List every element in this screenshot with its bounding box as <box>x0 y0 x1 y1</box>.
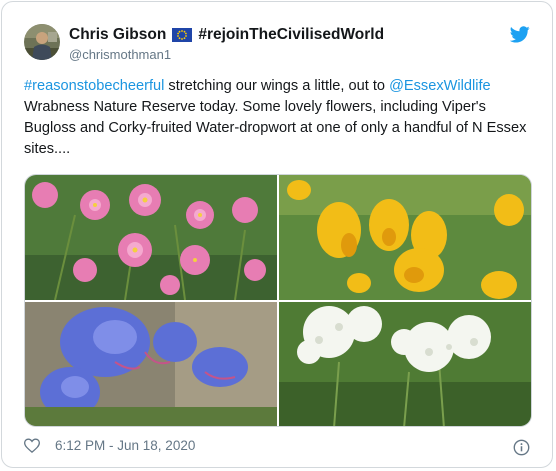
mention-link[interactable]: @EssexWildlife <box>389 78 491 94</box>
tweet-text: #reasonstobecheerful stretching our wing… <box>24 76 539 160</box>
photo-white-flowers[interactable] <box>279 302 531 426</box>
photo-pink-flowers[interactable] <box>25 175 277 300</box>
twitter-bird-icon[interactable] <box>509 26 530 43</box>
tweet-footer: 6:12 PM - Jun 18, 2020 <box>23 438 195 454</box>
eu-flag-icon <box>172 28 193 42</box>
user-name-row[interactable]: Chris Gibson #rejoinTheCivilisedWorld <box>69 26 384 44</box>
heart-icon[interactable] <box>23 438 41 454</box>
user-name-hashtag[interactable]: #rejoinTheCivilisedWorld <box>198 26 384 44</box>
user-handle[interactable]: @chrismothman1 <box>69 47 171 62</box>
hashtag-link[interactable]: #reasonstobecheerful <box>24 78 164 94</box>
tweet-card: Chris Gibson #rejoinTheCivilisedWorld @c… <box>1 1 553 468</box>
tweet-text-part: Wrabness Nature Reserve today. Some love… <box>24 99 527 157</box>
photo-blue-flowers[interactable] <box>25 302 277 426</box>
info-icon[interactable] <box>513 439 530 456</box>
photo-yellow-flowers[interactable] <box>279 175 531 300</box>
media-grid <box>24 174 532 427</box>
tweet-timestamp[interactable]: 6:12 PM - Jun 18, 2020 <box>55 438 195 453</box>
avatar[interactable] <box>24 24 60 60</box>
tweet-text-part: stretching our wings a little, out to <box>164 78 390 94</box>
user-name[interactable]: Chris Gibson <box>69 26 166 44</box>
